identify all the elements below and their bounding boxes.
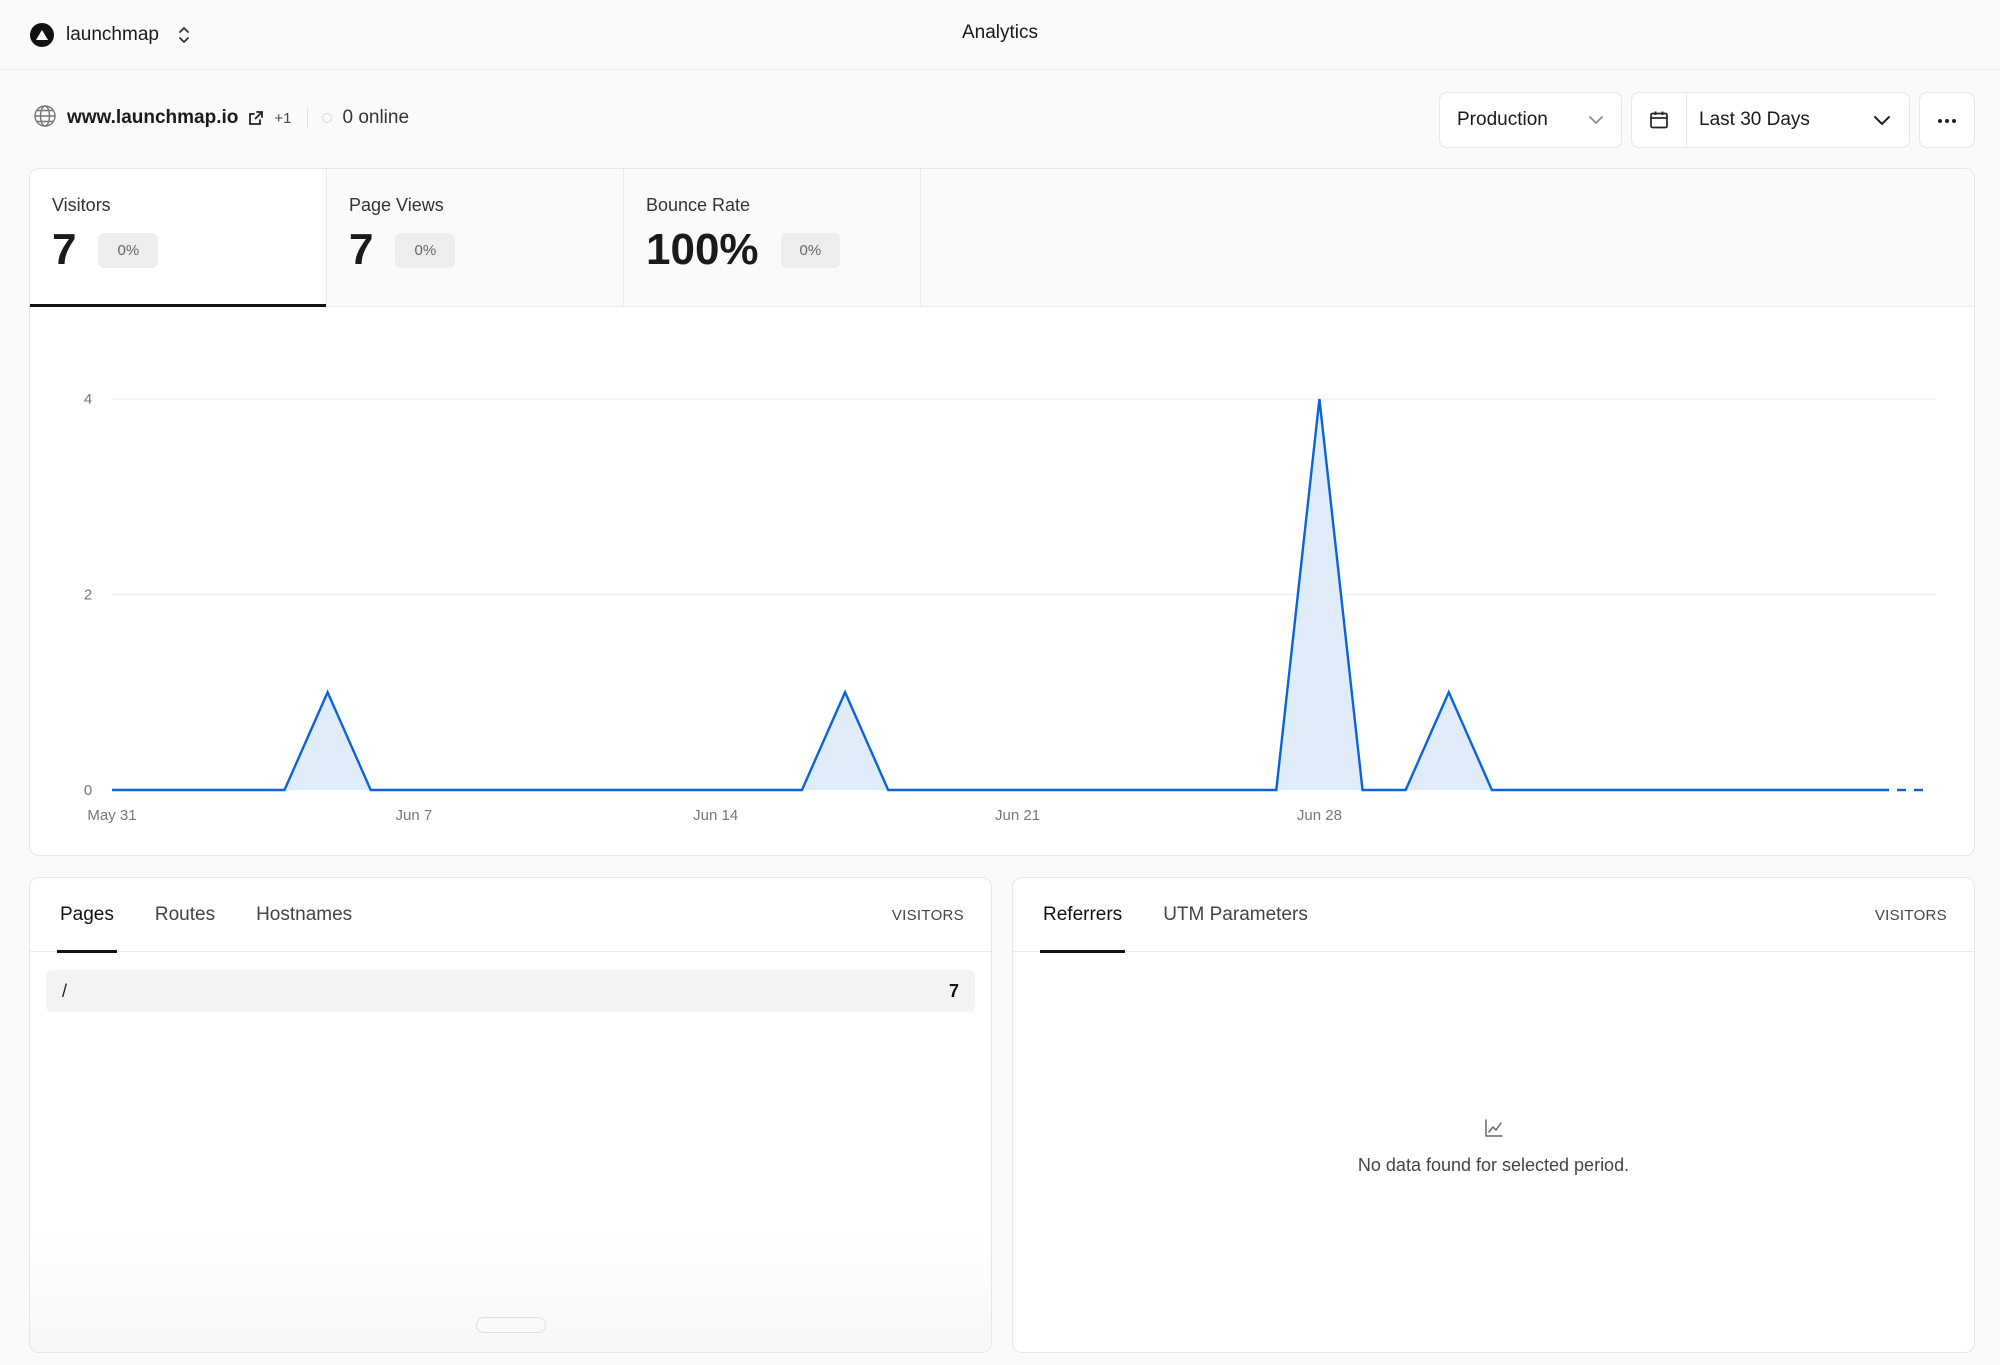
page-title: Analytics: [961, 22, 1039, 43]
y-tick-label: 4: [84, 391, 92, 408]
tab-pages[interactable]: Pages: [57, 878, 117, 953]
extra-domains-badge[interactable]: +1: [274, 110, 291, 127]
page-path: /: [62, 980, 68, 1001]
pages-tabs: Pages Routes Hostnames: [57, 878, 355, 953]
chart-svg: 0 2 4 May 31 Jun 7 Jun 14 Jun 21 Jun 28: [84, 391, 1936, 824]
online-count: 0 online: [342, 107, 410, 128]
chevron-down-icon: [1588, 109, 1604, 131]
empty-message: No data found for selected period.: [1357, 1155, 1630, 1175]
header-controls: Production Last 30 Days: [1439, 92, 1975, 148]
visitors-chart[interactable]: 0 2 4 May 31 Jun 7 Jun 14 Jun 21 Jun 28: [30, 308, 1974, 855]
chevron-down-icon: [1873, 115, 1909, 126]
empty-state: No data found for selected period.: [1013, 1118, 1974, 1176]
expand-handle[interactable]: [476, 1317, 546, 1333]
date-range-select[interactable]: Last 30 Days: [1631, 92, 1910, 148]
y-tick-label: 0: [84, 782, 92, 799]
external-link-icon[interactable]: [248, 110, 264, 126]
tab-utm-parameters[interactable]: UTM Parameters: [1160, 878, 1311, 952]
change-badge: 0%: [780, 232, 841, 268]
divider: [307, 107, 309, 129]
change-badge: 0%: [395, 232, 456, 268]
visitors-column-header: VISITORS: [891, 906, 964, 924]
metric-tab-page-views[interactable]: Page Views 7 0%: [327, 169, 624, 306]
list-item[interactable]: / 7: [46, 970, 975, 1012]
x-tick-label: Jun 28: [1297, 807, 1342, 824]
referrers-panel: Referrers UTM Parameters VISITORS No dat…: [1012, 877, 1975, 1353]
analytics-card: Visitors 7 0% Page Views 7 0% Bounce Rat…: [29, 168, 1975, 856]
tab-referrers[interactable]: Referrers: [1040, 878, 1126, 953]
more-options-button[interactable]: [1919, 92, 1975, 148]
metric-label: Bounce Rate: [646, 195, 751, 215]
x-tick-label: Jun 14: [693, 807, 738, 824]
metric-label: Visitors: [52, 195, 111, 215]
top-bar: launchmap Analytics: [0, 0, 2000, 70]
visitors-column-header: VISITORS: [1874, 906, 1947, 924]
date-range-value: Last 30 Days: [1699, 109, 1810, 130]
tab-hostnames[interactable]: Hostnames: [253, 878, 355, 952]
x-tick-label: Jun 21: [995, 807, 1040, 824]
metric-value: 7: [349, 225, 374, 274]
metric-label: Page Views: [349, 195, 444, 215]
metric-tab-visitors[interactable]: Visitors 7 0%: [30, 169, 327, 307]
globe-icon: [33, 104, 57, 133]
x-tick-label: Jun 7: [396, 807, 433, 824]
change-badge: 0%: [98, 232, 159, 268]
tab-routes[interactable]: Routes: [152, 878, 218, 952]
calendar-icon[interactable]: [1632, 93, 1687, 147]
page-visitors: 7: [948, 980, 959, 1001]
site-row: www.launchmap.io +1 0 online: [33, 104, 409, 132]
y-tick-label: 2: [84, 587, 92, 604]
pages-panel: Pages Routes Hostnames VISITORS / 7: [29, 877, 992, 1353]
line-chart-icon: [1484, 1118, 1504, 1138]
metric-tab-bounce-rate[interactable]: Bounce Rate 100% 0%: [624, 169, 921, 306]
site-url-link[interactable]: www.launchmap.io: [67, 107, 238, 129]
environment-select[interactable]: Production: [1439, 92, 1622, 148]
metric-value: 100%: [646, 225, 759, 274]
online-status-icon: [322, 113, 333, 123]
referrers-tabs: Referrers UTM Parameters: [1040, 878, 1311, 953]
x-tick-label: May 31: [87, 807, 136, 824]
metric-value: 7: [52, 225, 77, 274]
fade-overlay: [30, 1232, 991, 1352]
metric-tabs: Visitors 7 0% Page Views 7 0% Bounce Rat…: [30, 169, 1974, 307]
environment-value: Production: [1457, 109, 1548, 130]
ellipsis-icon: [1937, 111, 1957, 129]
